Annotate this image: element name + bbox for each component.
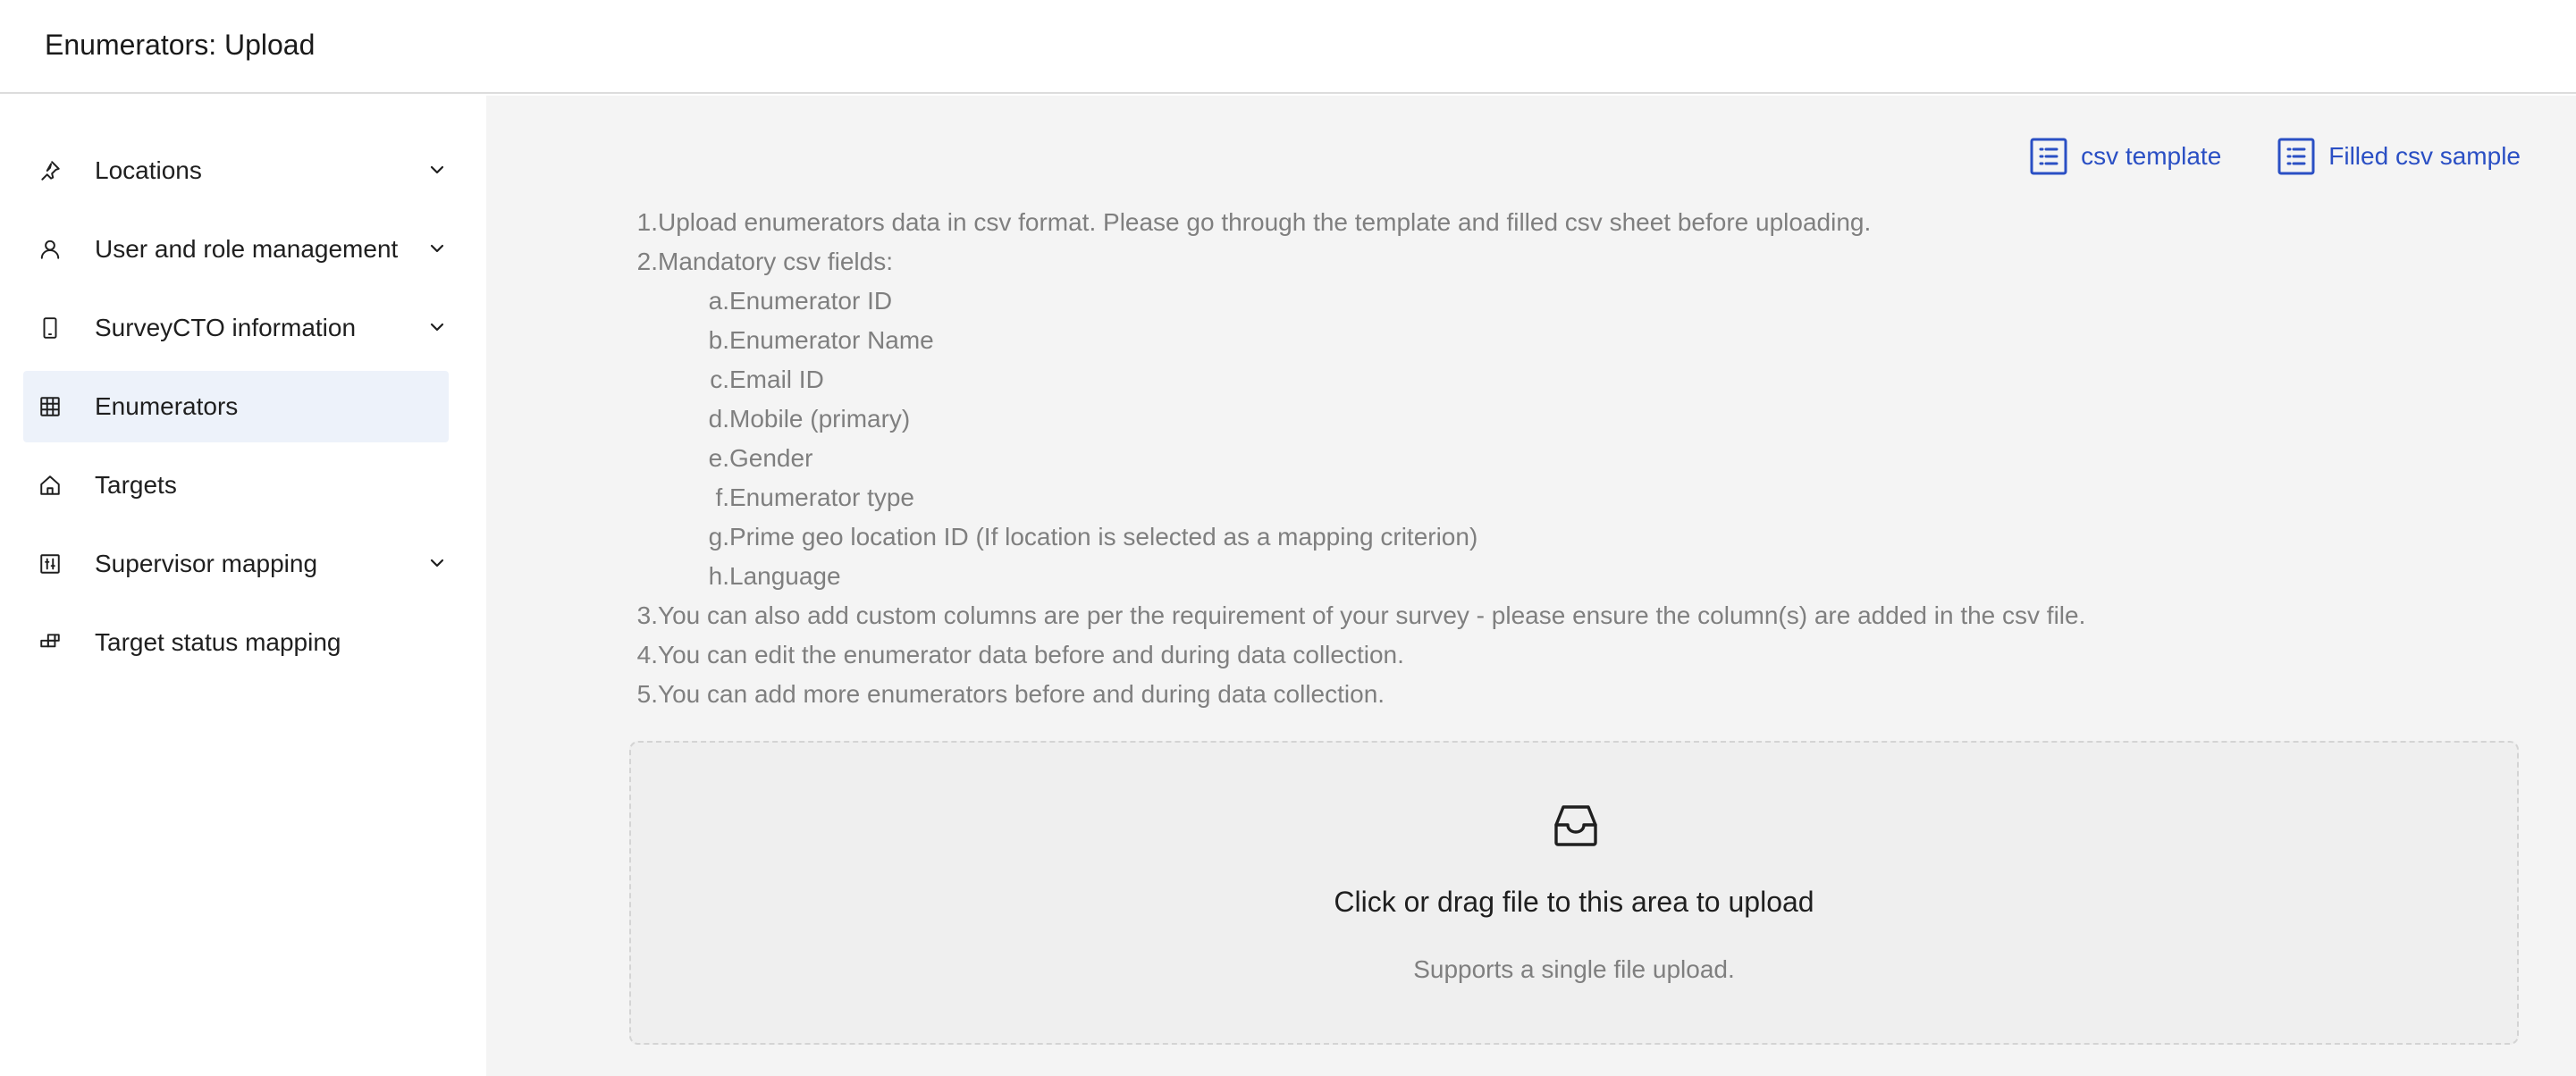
- chevron-down-icon[interactable]: [425, 158, 449, 181]
- instruction-item: 2. Mandatory csv fields:: [631, 242, 2508, 282]
- list-icon: [2029, 137, 2068, 176]
- sidebar-item-user-role-management[interactable]: User and role management: [23, 214, 449, 285]
- sidebar-item-label: Targets: [95, 471, 177, 499]
- upload-title: Click or drag file to this area to uploa…: [1334, 886, 1814, 918]
- sidebar-item-target-status-mapping[interactable]: Target status mapping: [23, 607, 449, 678]
- sidebar-item-enumerators[interactable]: Enumerators: [23, 371, 449, 442]
- instruction-number: 1.: [636, 208, 658, 236]
- download-links: csv template Filled csv sample: [2029, 137, 2521, 176]
- chevron-down-icon[interactable]: [425, 551, 449, 575]
- instruction-text: You can edit the enumerator data before …: [658, 641, 1404, 668]
- mobile-icon: [38, 315, 63, 340]
- instruction-number: 5.: [636, 680, 658, 708]
- field-letter: g.: [708, 523, 729, 551]
- field-text: Enumerator ID: [729, 287, 893, 315]
- instruction-item: 1. Upload enumerators data in csv format…: [631, 203, 2508, 242]
- sidebar-item-surveycto-information[interactable]: SurveyCTO information: [23, 292, 449, 364]
- field-text: Enumerator Name: [729, 326, 934, 354]
- field-letter: d.: [708, 405, 729, 433]
- filled-csv-sample-label: Filled csv sample: [2328, 142, 2521, 170]
- instruction-text: You can add more enumerators before and …: [658, 680, 1385, 708]
- csv-template-link[interactable]: csv template: [2029, 137, 2221, 176]
- sidebar-item-label: User and role management: [95, 235, 399, 263]
- mandatory-field-item: c. Email ID: [631, 360, 2508, 399]
- csv-template-label: csv template: [2081, 142, 2222, 170]
- field-letter: a.: [708, 287, 729, 315]
- inbox-icon: [1552, 802, 1600, 850]
- main-content: csv template Filled csv sample 1. Upload…: [486, 96, 2576, 1076]
- mandatory-field-item: a. Enumerator ID: [631, 282, 2508, 321]
- mandatory-field-item: f. Enumerator type: [631, 478, 2508, 517]
- sidebar-item-locations[interactable]: Locations: [23, 135, 449, 206]
- field-letter: h.: [708, 562, 729, 590]
- instruction-number: 4.: [636, 641, 658, 668]
- field-letter: b.: [708, 326, 729, 354]
- sidebar: Locations User and role management Surve…: [0, 96, 484, 1076]
- instruction-number: 3.: [636, 601, 658, 629]
- chevron-down-icon[interactable]: [425, 315, 449, 339]
- field-text: Mobile (primary): [729, 405, 911, 433]
- instruction-item: 4. You can edit the enumerator data befo…: [631, 635, 2508, 675]
- field-text: Enumerator type: [729, 483, 914, 511]
- chevron-down-icon[interactable]: [425, 237, 449, 260]
- sidebar-item-supervisor-mapping[interactable]: Supervisor mapping: [23, 528, 449, 600]
- instruction-text: Mandatory csv fields:: [658, 248, 893, 275]
- list-icon: [2277, 137, 2316, 176]
- field-text: Language: [729, 562, 841, 590]
- sidebar-nav: Locations User and role management Surve…: [23, 135, 449, 685]
- sidebar-item-label: Target status mapping: [95, 628, 341, 656]
- field-text: Gender: [729, 444, 813, 472]
- instruction-text: You can also add custom columns are per …: [658, 601, 2086, 629]
- sidebar-item-label: Enumerators: [95, 392, 239, 420]
- partition-icon: [38, 630, 63, 655]
- sidebar-item-label: Supervisor mapping: [95, 550, 318, 577]
- mandatory-field-item: b. Enumerator Name: [631, 321, 2508, 360]
- sidebar-item-targets[interactable]: Targets: [23, 450, 449, 521]
- field-text: Email ID: [729, 366, 824, 393]
- instruction-item: 3. You can also add custom columns are p…: [631, 596, 2508, 635]
- home-icon: [38, 473, 63, 498]
- instruction-number: 2.: [636, 248, 658, 275]
- table-icon: [38, 394, 63, 419]
- sidebar-item-label: SurveyCTO information: [95, 314, 357, 341]
- field-letter: c.: [710, 366, 729, 393]
- file-upload-dropzone[interactable]: Click or drag file to this area to uploa…: [629, 741, 2519, 1045]
- user-icon: [38, 237, 63, 262]
- sidebar-item-label: Locations: [95, 156, 202, 184]
- pushpin-icon: [38, 158, 63, 183]
- mandatory-field-item: g. Prime geo location ID (If location is…: [631, 517, 2508, 557]
- filled-csv-sample-link[interactable]: Filled csv sample: [2277, 137, 2521, 176]
- instruction-text: Upload enumerators data in csv format. P…: [658, 208, 1872, 236]
- field-letter: f.: [715, 483, 729, 511]
- field-letter: e.: [708, 444, 729, 472]
- mandatory-field-item: h. Language: [631, 557, 2508, 596]
- app-header: Enumerators: Upload: [0, 0, 2576, 94]
- field-text: Prime geo location ID (If location is se…: [729, 523, 1478, 551]
- mandatory-field-item: d. Mobile (primary): [631, 399, 2508, 439]
- mandatory-field-item: e. Gender: [631, 439, 2508, 478]
- control-icon: [38, 551, 63, 576]
- upload-hint: Supports a single file upload.: [1413, 955, 1735, 983]
- upload-instructions: 1. Upload enumerators data in csv format…: [631, 203, 2508, 714]
- page-title: Enumerators: Upload: [45, 29, 316, 61]
- instruction-item: 5. You can add more enumerators before a…: [631, 675, 2508, 714]
